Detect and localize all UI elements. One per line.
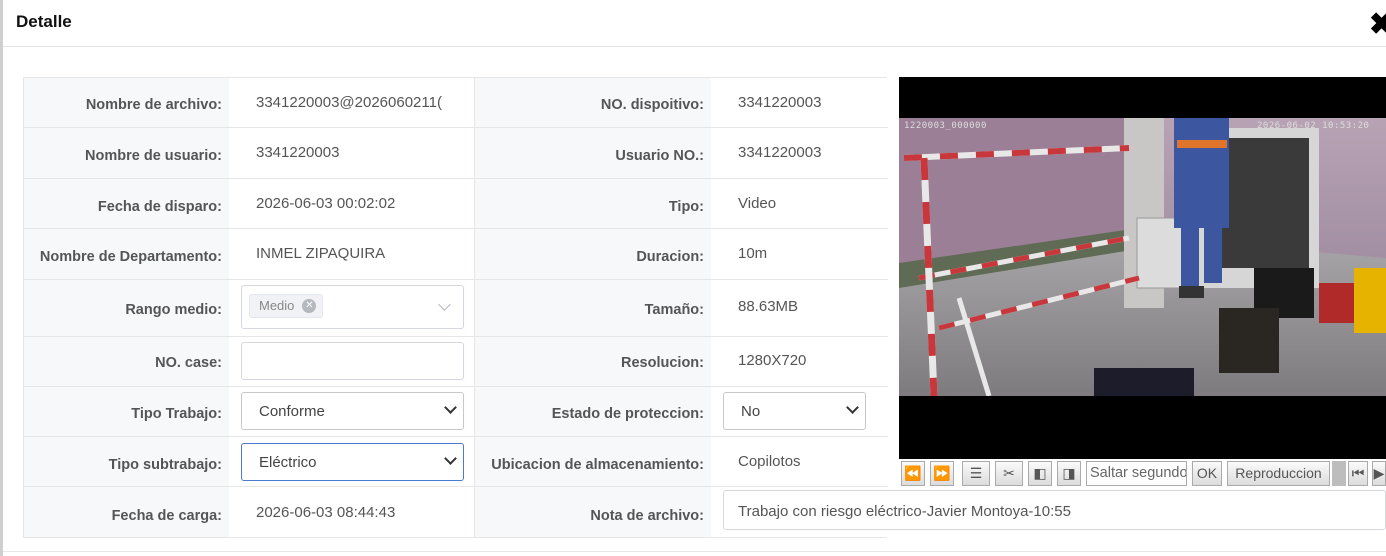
player-controls: ⏪ ⏩ ☰ ✂ ◧ ◨ Saltar segundo OK Reproducci…	[899, 459, 1386, 487]
work-type-select[interactable]: Conforme	[241, 392, 464, 430]
resolution-value: 1280X720	[738, 352, 807, 369]
storage-value: Copilotos	[738, 453, 801, 470]
duration-value: 10m	[738, 245, 768, 262]
upload-date-label: Fecha de carga:	[24, 487, 229, 537]
chevron-down-icon	[438, 298, 451, 311]
skip-next-icon[interactable]: ▶	[1372, 461, 1386, 486]
department-value: INMEL ZIPAQUIRA	[229, 229, 475, 279]
work-type-label: Tipo Trabajo:	[24, 387, 229, 436]
tag-remove-icon[interactable]: ✕	[302, 299, 317, 313]
user-no-value: 3341220003	[738, 144, 822, 161]
next-frame-icon[interactable]: ◨	[1057, 461, 1081, 486]
form-row: Tipo Trabajo: Conforme Estado de protecc…	[24, 387, 888, 437]
file-name-value: 3341220003@2026060211(	[229, 78, 475, 127]
protection-select[interactable]: No	[723, 392, 866, 430]
protection-cell: No	[711, 387, 888, 436]
sub-work-cell: Eléctrico	[229, 437, 475, 486]
left-border	[0, 0, 3, 556]
note-label: Nota de archivo:	[475, 487, 711, 537]
chevron-down-icon	[444, 401, 457, 414]
case-no-label: NO. case:	[24, 337, 229, 386]
chevron-down-icon	[444, 452, 457, 465]
playback-button[interactable]: Reproduccion	[1227, 461, 1330, 486]
case-no-cell	[229, 337, 475, 386]
type-label: Tipo:	[475, 179, 711, 228]
upload-date-value: 2026-06-03 08:44:43	[229, 487, 475, 537]
close-icon[interactable]: ✖	[1369, 10, 1386, 40]
form-row: Rango medio: Medio ✕ Tamaño: 88.63MB	[24, 280, 888, 337]
duration-label: Duracion:	[475, 229, 711, 279]
size-value: 88.63MB	[738, 298, 799, 315]
form-row: NO. case: Resolucion: 1280X720	[24, 337, 888, 387]
type-value: Video	[738, 195, 777, 212]
footer-divider	[3, 551, 1386, 552]
range-cell: Medio ✕	[229, 280, 475, 336]
form-row: Nombre de Departamento: INMEL ZIPAQUIRA …	[24, 229, 888, 280]
sub-work-label: Tipo subtrabajo:	[24, 437, 229, 486]
form-row: Fecha de disparo: 2026-06-03 00:02:02 Ti…	[24, 179, 888, 229]
skip-start-icon[interactable]: ⏮	[1348, 461, 1368, 486]
video-frame: 1220003_000000 2026-06-02 10:53:20	[899, 118, 1386, 396]
scroll-thumb[interactable]	[1332, 461, 1346, 486]
range-multiselect[interactable]: Medio ✕	[241, 285, 464, 329]
video-osd-time: 2026-06-02 10:53:20	[1257, 121, 1370, 131]
ok-button[interactable]: OK	[1192, 461, 1222, 486]
scissors-icon[interactable]: ✂	[995, 461, 1023, 486]
dialog-title: Detalle	[16, 12, 72, 31]
device-no-value: 3341220003	[738, 94, 822, 111]
device-no-label: NO. dispoitivo:	[475, 78, 711, 127]
file-name-label: Nombre de archivo:	[24, 78, 229, 127]
list-icon[interactable]: ☰	[962, 461, 990, 486]
range-tag: Medio ✕	[249, 294, 324, 318]
rewind-icon[interactable]: ⏪	[901, 461, 925, 486]
trigger-date-value: 2026-06-03 00:02:02	[229, 179, 475, 228]
case-no-input[interactable]	[241, 342, 464, 380]
department-label: Nombre de Departamento:	[24, 229, 229, 279]
form-row: Tipo subtrabajo: Eléctrico Ubicacion de …	[24, 437, 888, 487]
note-input[interactable]: Trabajo con riesgo eléctrico-Javier Mont…	[723, 490, 1386, 530]
user-no-label: Usuario NO.:	[475, 128, 711, 178]
chevron-down-icon	[846, 401, 859, 414]
detail-form: Nombre de archivo: 3341220003@2026060211…	[23, 77, 888, 538]
user-name-value: 3341220003	[229, 128, 475, 178]
prev-frame-icon[interactable]: ◧	[1028, 461, 1052, 486]
video-image	[899, 118, 1386, 396]
size-label: Tamaño:	[475, 280, 711, 336]
work-type-cell: Conforme	[229, 387, 475, 436]
video-player[interactable]: 1220003_000000 2026-06-02 10:53:20	[899, 77, 1386, 459]
protection-label: Estado de proteccion:	[475, 387, 711, 436]
trigger-date-label: Fecha de disparo:	[24, 179, 229, 228]
seek-seconds-input[interactable]: Saltar segundo	[1086, 461, 1187, 486]
form-row: Nombre de archivo: 3341220003@2026060211…	[24, 78, 888, 128]
sub-work-select[interactable]: Eléctrico	[241, 443, 464, 481]
form-row: Nombre de usuario: 3341220003 Usuario NO…	[24, 128, 888, 179]
video-osd-id: 1220003_000000	[904, 121, 987, 131]
range-label: Rango medio:	[24, 280, 229, 336]
fast-forward-icon[interactable]: ⏩	[930, 461, 954, 486]
storage-label: Ubicacion de almacenamiento:	[475, 437, 711, 486]
user-name-label: Nombre de usuario:	[24, 128, 229, 178]
dialog-header: Detalle ✖	[3, 0, 1386, 47]
resolution-label: Resolucion:	[475, 337, 711, 386]
